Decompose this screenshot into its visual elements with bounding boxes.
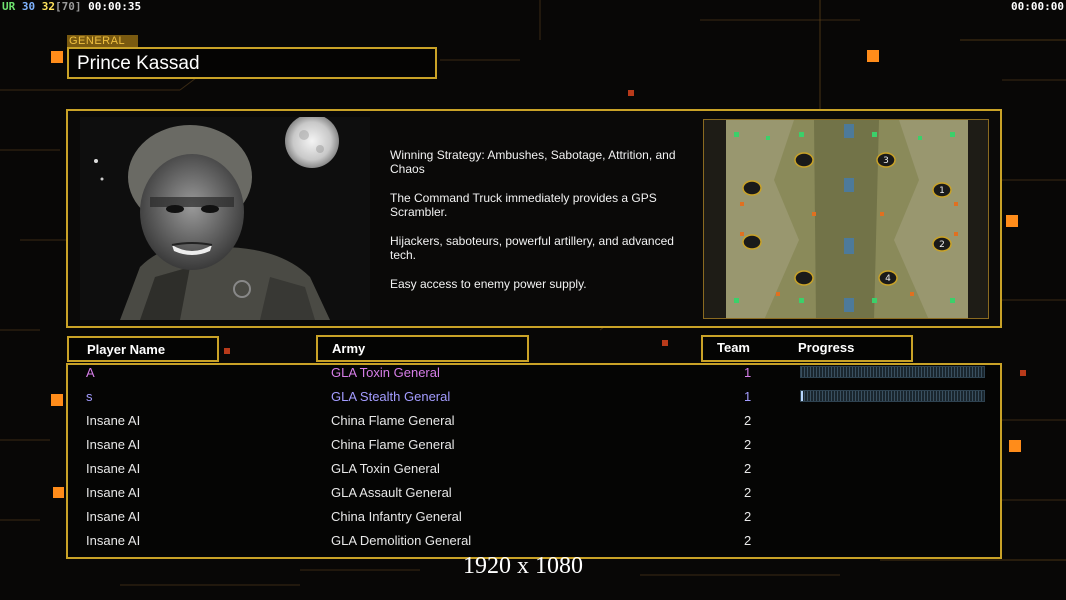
player-team: 2 (744, 485, 752, 500)
player-name: Insane AI (86, 413, 141, 428)
player-team: 1 (744, 389, 752, 404)
player-name: Insane AI (86, 509, 141, 524)
player-army: GLA Toxin General (331, 461, 440, 476)
player-army: GLA Demolition General (331, 533, 472, 548)
player-name-header: Player Name (67, 336, 219, 362)
player-army: China Infantry General (331, 509, 462, 524)
player-row: Insane AI GLA Assault General 2 (0, 482, 1066, 506)
load-progress-bar (800, 366, 985, 378)
army-header-label: Army (332, 341, 366, 356)
general-name-box: Prince Kassad (67, 47, 437, 79)
general-name: Prince Kassad (77, 53, 200, 74)
player-army: GLA Assault General (331, 485, 452, 500)
player-row: A GLA Toxin General 1 (0, 362, 1066, 386)
general-portrait (80, 117, 370, 320)
player-team: 2 (744, 437, 752, 452)
glow-square (662, 340, 668, 346)
player-row: Insane AI GLA Demolition General 2 (0, 530, 1066, 554)
player-army: China Flame General (331, 413, 455, 428)
progress-header-label: Progress (798, 340, 855, 355)
strategy-line: The Command Truck immediately provides a… (390, 191, 657, 219)
glow-square (628, 90, 634, 96)
player-name: s (86, 389, 93, 404)
army-header: Army (316, 335, 529, 362)
strategy-line: Easy access to enemy power supply. (390, 277, 587, 291)
player-name: Insane AI (86, 485, 141, 500)
player-name: A (86, 365, 95, 380)
player-name: Insane AI (86, 533, 141, 548)
glow-square (224, 348, 230, 354)
team-progress-header: Team Progress (701, 335, 913, 362)
map-preview: 1 2 3 4 (703, 119, 989, 319)
hud-timer-left: 00:00:35 (88, 0, 142, 13)
player-team: 2 (744, 509, 752, 524)
map-start-4: 4 (885, 274, 891, 284)
player-army: China Flame General (331, 437, 455, 452)
player-team: 2 (744, 413, 752, 428)
player-row: Insane AI GLA Toxin General 2 (0, 458, 1066, 482)
hud-stats: UR 30 32[70] 00:00:35 (2, 0, 141, 13)
glow-square (867, 50, 879, 62)
team-header-label: Team (717, 340, 750, 355)
resolution-label: 1920 x 1080 (463, 553, 583, 579)
load-progress-fill (801, 391, 803, 401)
glow-square (51, 51, 63, 63)
glow-square (1006, 215, 1018, 227)
player-name: Insane AI (86, 437, 141, 452)
hud-value-a: 30 (21, 0, 36, 13)
player-row: s GLA Stealth General 1 (0, 386, 1066, 410)
player-row: Insane AI China Flame General 2 (0, 434, 1066, 458)
player-army: GLA Stealth General (331, 389, 451, 404)
player-name-header-label: Player Name (87, 342, 166, 357)
player-row: Insane AI China Infantry General 2 (0, 506, 1066, 530)
player-team: 2 (744, 461, 752, 476)
strategy-line: Hijackers, saboteurs, powerful artillery… (390, 234, 674, 262)
map-start-3: 3 (883, 156, 889, 166)
hud-timer-right: 00:00:00 (1011, 0, 1064, 13)
player-name: Insane AI (86, 461, 141, 476)
map-start-2: 2 (939, 240, 945, 250)
strategy-line: Winning Strategy: Ambushes, Sabotage, At… (390, 148, 676, 176)
player-row: Insane AI China Flame General 2 (0, 410, 1066, 434)
load-progress-bar (800, 390, 985, 402)
hud-value-c: [70] (55, 0, 82, 13)
hud-ur: UR (2, 0, 16, 13)
map-start-1: 1 (939, 186, 945, 196)
hud-value-b: 32 (41, 0, 55, 13)
player-army: GLA Toxin General (331, 365, 440, 380)
strategy-text: Winning Strategy: Ambushes, Sabotage, At… (390, 148, 695, 306)
player-team: 1 (744, 365, 752, 380)
player-team: 2 (744, 533, 752, 548)
